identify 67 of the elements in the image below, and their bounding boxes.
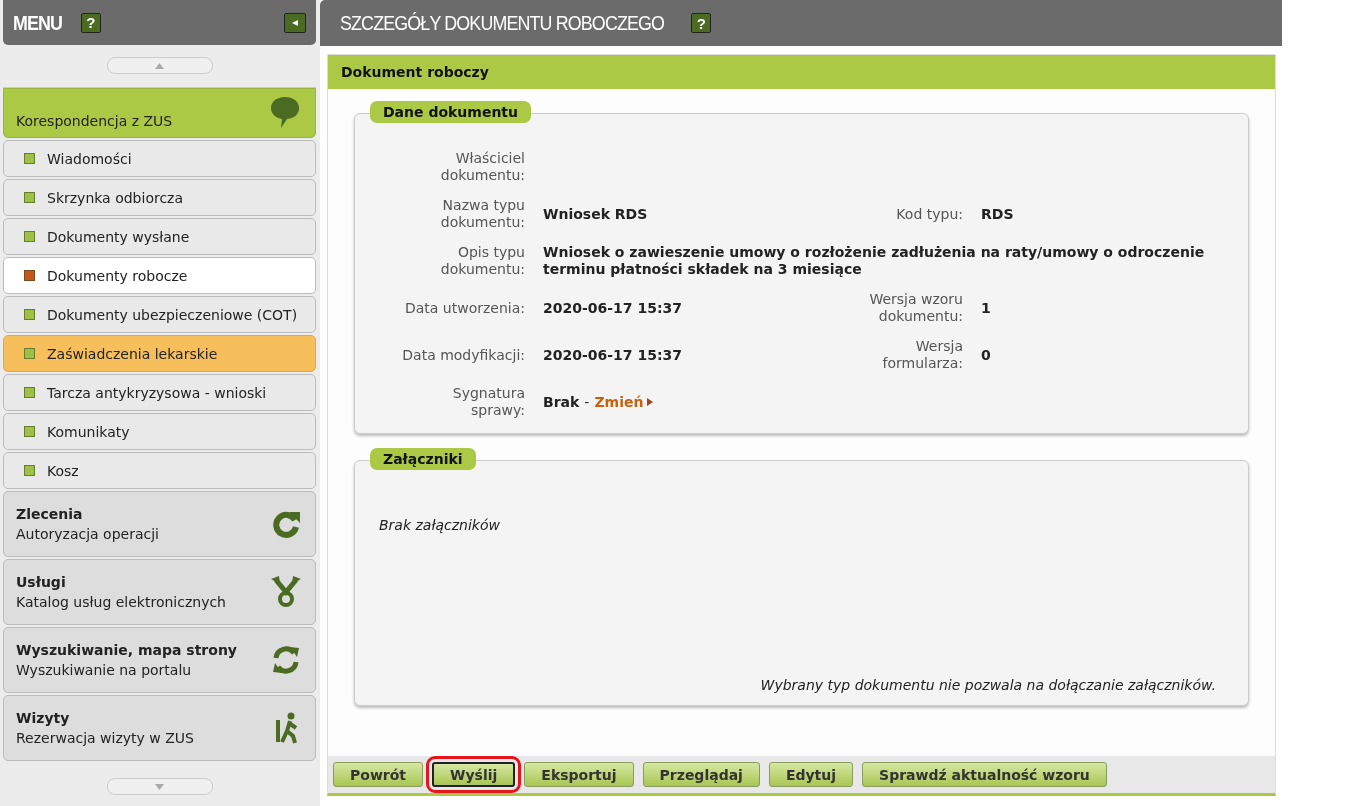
panel-title: Dokument roboczy bbox=[328, 55, 1275, 89]
section-subtitle: Korespondencja z ZUS bbox=[16, 113, 174, 129]
empty-message: Brak załączników bbox=[379, 517, 501, 533]
speech-bubble-icon bbox=[269, 95, 301, 129]
sync-icon bbox=[271, 645, 301, 675]
field-value: RDS bbox=[981, 205, 1015, 223]
field-value: Wniosek RDS bbox=[543, 205, 649, 223]
menu-title: MENU bbox=[13, 10, 63, 35]
field-label: Właściciel dokumentu: bbox=[439, 150, 525, 184]
field-label: Wersja wzoru dokumentu: bbox=[868, 291, 963, 325]
triangle-right-icon bbox=[647, 398, 654, 406]
menu-item[interactable]: Komunikaty bbox=[3, 413, 316, 450]
menu-item[interactable]: Dokumenty robocze bbox=[3, 257, 316, 294]
field-value: 0 bbox=[981, 346, 992, 364]
menu-section[interactable]: Wizyty Rezerwacja wizyty w ZUS bbox=[3, 695, 316, 761]
scroll-up-button[interactable] bbox=[106, 57, 213, 74]
separator: - bbox=[584, 394, 590, 410]
field-value: Brak bbox=[543, 393, 580, 411]
section-title: Zlecenia bbox=[16, 506, 84, 522]
menu-item[interactable]: Tarcza antykryzysowa - wnioski bbox=[3, 374, 316, 411]
scroll-down-button[interactable] bbox=[106, 778, 213, 795]
action-button[interactable]: Eksportuj bbox=[524, 762, 634, 787]
triangle-up-icon bbox=[155, 62, 164, 69]
action-button[interactable]: Przeglądaj bbox=[642, 762, 760, 787]
menu-item[interactable]: Skrzynka odbiorcza bbox=[3, 179, 316, 216]
field-value: 1 bbox=[981, 299, 992, 317]
help-button[interactable]: ? bbox=[80, 12, 101, 33]
section-subtitle: Wyszukiwanie na portalu bbox=[16, 662, 193, 678]
section-title: Wyszukiwanie, mapa strony bbox=[16, 642, 238, 658]
field-value: 2020-06-17 15:37 bbox=[543, 346, 683, 364]
fieldset-legend: Załączniki bbox=[370, 448, 476, 470]
menu-item[interactable]: Zaświadczenia lekarskie bbox=[3, 335, 316, 372]
section-subtitle: Katalog usług elektronicznych bbox=[16, 594, 227, 610]
fork-icon bbox=[271, 576, 301, 608]
field-label: Kod typu: bbox=[895, 205, 963, 223]
collapse-button[interactable] bbox=[284, 12, 306, 33]
action-button[interactable]: Sprawdź aktualność wzoru bbox=[862, 762, 1107, 787]
field-label: Data utworzenia: bbox=[403, 299, 525, 317]
section-subtitle: Autoryzacja operacji bbox=[16, 526, 160, 542]
page-title: SZCZEGÓŁY DOKUMENTU ROBOCZEGO bbox=[340, 11, 665, 35]
menu-section[interactable]: Zlecenia Autoryzacja operacji bbox=[3, 491, 316, 557]
menu-section[interactable]: Wyszukiwanie, mapa strony Wyszukiwanie na portalu bbox=[3, 627, 316, 693]
menu-section[interactable]: Korespondencja z ZUS bbox=[3, 88, 316, 138]
field-value: Wniosek o zawieszenie umowy o rozłożenie zadłużenia na raty/umowy o odroczenie terminu płatności składek na 3 miesiące bbox=[543, 244, 1206, 278]
field-label: Opis typu dokumentu: bbox=[439, 244, 525, 278]
field-value: 2020-06-17 15:37 bbox=[543, 299, 683, 317]
help-button[interactable]: ? bbox=[691, 13, 712, 33]
field-label: Sygnatura sprawy: bbox=[451, 385, 525, 419]
action-button[interactable]: Powrót bbox=[333, 762, 424, 787]
info-note: Wybrany typ dokumentu nie pozwala na dołączanie załączników. bbox=[760, 677, 1216, 693]
menu-item[interactable]: Dokumenty wysłane bbox=[3, 218, 316, 255]
fieldset-legend: Dane dokumentu bbox=[370, 101, 532, 123]
menu-item[interactable]: Dokumenty ubezpieczeniowe (COT) bbox=[3, 296, 316, 333]
field-label: Wersja formularza: bbox=[881, 338, 963, 372]
menu-item[interactable]: Wiadomości bbox=[3, 140, 316, 177]
section-title: Wizyty bbox=[16, 710, 71, 726]
section-subtitle: Rezerwacja wizyty w ZUS bbox=[16, 730, 195, 746]
field-label: Data modyfikacji: bbox=[401, 346, 525, 364]
menu-section[interactable]: Usługi Katalog usług elektronicznych bbox=[3, 559, 316, 625]
change-link[interactable]: Zmień bbox=[594, 394, 654, 410]
refresh-icon bbox=[271, 509, 301, 539]
triangle-down-icon bbox=[155, 783, 164, 790]
action-button[interactable]: Edytuj bbox=[768, 762, 854, 787]
field-label: Nazwa typu dokumentu: bbox=[439, 197, 525, 231]
menu-item[interactable]: Kosz bbox=[3, 452, 316, 489]
section-title: Usługi bbox=[16, 574, 67, 590]
triangle-left-icon bbox=[291, 18, 299, 27]
